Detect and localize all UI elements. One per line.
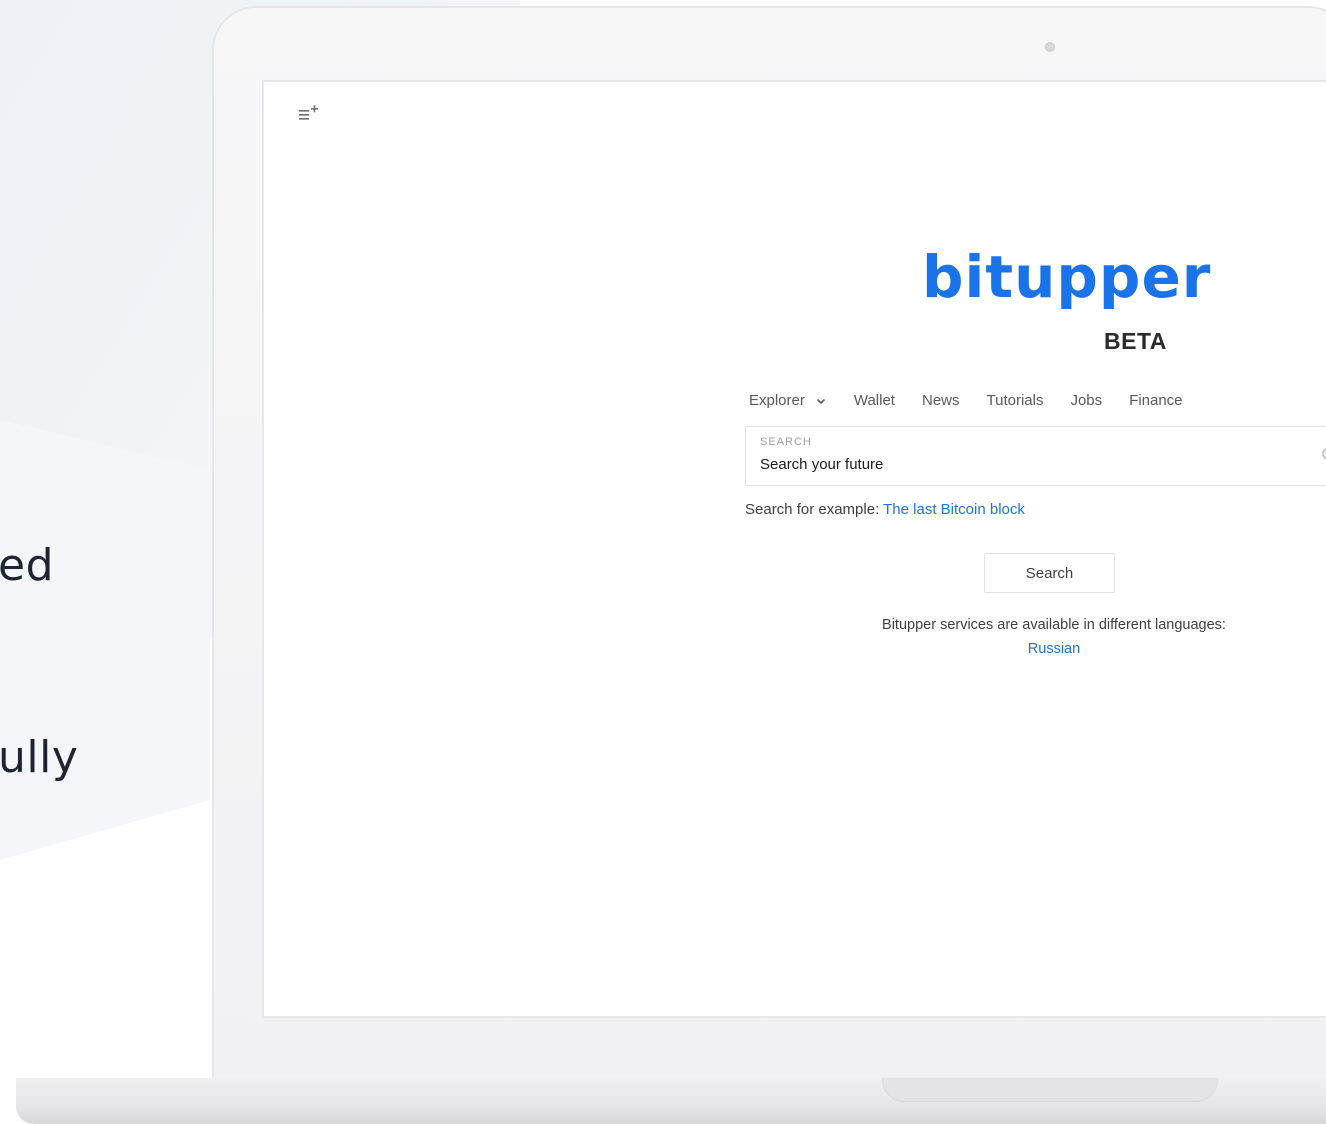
nav-item-explorer[interactable]: Explorer xyxy=(749,392,827,409)
search-example: Search for example: The last Bitcoin blo… xyxy=(745,501,1025,518)
search-example-prefix: Search for example: xyxy=(745,501,884,518)
languages-text: Bitupper services are available in diffe… xyxy=(882,617,1226,633)
search-label: SEARCH xyxy=(760,436,812,448)
menu-add-icon[interactable] xyxy=(297,104,319,124)
nav-item-tutorials[interactable]: Tutorials xyxy=(987,392,1044,409)
search-button[interactable]: Search xyxy=(984,553,1115,593)
nav-item-jobs[interactable]: Jobs xyxy=(1070,392,1102,409)
search-icon[interactable] xyxy=(1321,447,1326,463)
nav-item-label: Explorer xyxy=(749,392,805,409)
nav-item-wallet[interactable]: Wallet xyxy=(854,392,895,409)
search-box[interactable]: SEARCH xyxy=(745,426,1326,486)
search-example-link[interactable]: The last Bitcoin block xyxy=(883,501,1025,518)
laptop-screen: bitupper BETA Explorer Wallet News Tutor… xyxy=(262,80,1326,1018)
nav-item-news[interactable]: News xyxy=(922,392,960,409)
beta-badge: BETA xyxy=(1104,328,1167,354)
marketing-text-fragment: ully xyxy=(0,732,79,783)
laptop-base-notch xyxy=(882,1078,1218,1102)
search-input[interactable] xyxy=(760,456,1280,473)
main-nav: Explorer Wallet News Tutorials Jobs Fina… xyxy=(749,392,1210,409)
camera-icon xyxy=(1045,42,1055,52)
nav-item-finance[interactable]: Finance xyxy=(1129,392,1182,409)
marketing-text-fragment: ed xyxy=(0,540,54,591)
language-link-russian[interactable]: Russian xyxy=(824,641,1284,657)
chevron-down-icon xyxy=(816,398,825,404)
bitupper-logo[interactable]: bitupper xyxy=(922,248,1211,306)
